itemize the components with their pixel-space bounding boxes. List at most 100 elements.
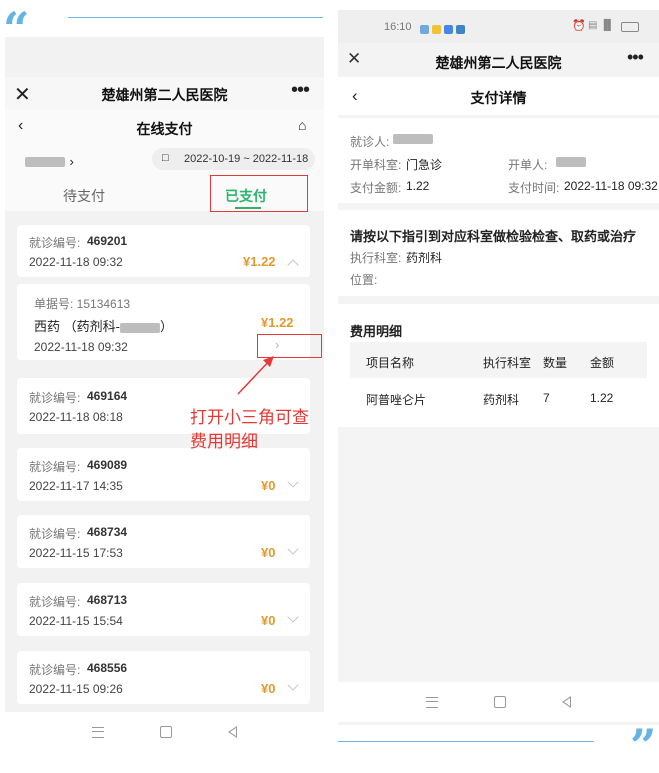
notification-icons <box>420 21 465 39</box>
page-title-bar: ‹ 支付详情 <box>338 77 659 115</box>
visit-date: 2022-11-18 09:32 <box>29 255 123 269</box>
page-title: 在线支付 <box>136 121 193 137</box>
chevron-down-icon[interactable] <box>287 543 299 555</box>
battery-icon <box>621 22 639 32</box>
visit-number: 469089 <box>87 458 128 472</box>
chevron-down-icon[interactable] <box>287 611 299 623</box>
visit-number-label: 就诊编号: <box>29 236 81 250</box>
annotation-text: 打开小三角可查 费用明细 <box>190 406 309 454</box>
bill-item-name: 西药 （药剂科-） <box>34 319 173 334</box>
record-card[interactable]: 就诊编号: 469201 2022-11-18 09:32 ¥1.22 <box>17 225 310 277</box>
col-amount: 金额 <box>590 356 615 370</box>
chevron-down-icon[interactable] <box>287 476 299 488</box>
visit-date: 2022-11-15 17:53 <box>29 546 123 560</box>
fee-detail-section: 费用明细 项目名称 执行科室 数量 金额 阿普唑仑片 药剂科 7 1.22 <box>338 304 659 427</box>
cell-exec-dept: 药剂科 <box>483 393 520 407</box>
time-value: 2022-11-18 09:32 <box>564 179 658 193</box>
date-range-selector[interactable]: □ 2022-10-19 ~ 2022-11-18 <box>152 148 315 170</box>
payment-info-section: 就诊人: 开单科室: 门急诊 开单人: 支付金额: 1.22 支付时间: 202… <box>338 118 659 203</box>
visit-number-label: 就诊编号: <box>29 391 81 405</box>
dept-value: 门急诊 <box>406 158 443 172</box>
guide-title: 请按以下指引到对应科室做检验检查、取药或治疗 <box>350 229 637 244</box>
amount-label: 支付金额: <box>350 181 402 195</box>
col-exec-dept: 执行科室 <box>483 356 532 370</box>
system-nav-bar <box>5 712 324 752</box>
dept-blurred <box>119 322 160 333</box>
record-card[interactable]: 就诊编号: 468556 2022-11-15 09:26 ¥0 <box>17 651 310 704</box>
bill-number: 单据号: 15134613 <box>34 297 131 311</box>
visit-number-label: 就诊编号: <box>29 460 81 474</box>
tab-unpaid[interactable]: 待支付 <box>63 186 105 206</box>
record-card[interactable]: 就诊编号: 468713 2022-11-15 15:54 ¥0 <box>17 583 310 636</box>
page-title: 支付详情 <box>470 90 527 106</box>
patient-name-blurred <box>25 156 65 167</box>
close-quote-icon: ” <box>630 719 657 773</box>
visit-number: 468713 <box>87 593 128 607</box>
home-square-icon[interactable] <box>494 696 506 708</box>
amount-value: 1.22 <box>406 179 430 193</box>
system-nav-bar <box>338 682 659 722</box>
app-header: ✕ 楚雄州第二人民医院 ••• <box>338 43 659 77</box>
status-bar: 16:10 ⏰ ▤ ▐▌ <box>338 10 659 43</box>
col-item-name: 项目名称 <box>366 356 415 370</box>
calendar-icon: □ <box>162 152 169 164</box>
location-label: 位置: <box>350 273 378 287</box>
fee-title: 费用明细 <box>350 324 403 339</box>
visit-date: 2022-11-15 15:54 <box>29 614 123 628</box>
home-icon[interactable]: ⌂ <box>298 117 306 133</box>
time-label: 支付时间: <box>508 181 560 195</box>
chevron-down-icon[interactable] <box>287 679 299 691</box>
visit-number-label: 就诊编号: <box>29 663 81 677</box>
cell-quantity: 7 <box>543 391 550 405</box>
right-phone-screen: 16:10 ⏰ ▤ ▐▌ ✕ 楚雄州第二人民医院 ••• ‹ 支付详情 就诊人:… <box>338 10 659 725</box>
patient-label: 就诊人: <box>350 135 390 149</box>
app-header: ✕ 楚雄州第二人民医院 ••• <box>5 77 324 110</box>
visit-number-label: 就诊编号: <box>29 527 81 541</box>
tab-paid-label: 已支付 <box>225 188 267 204</box>
visit-number-label: 就诊编号: <box>29 595 81 609</box>
annotation-line1: 打开小三角可查 <box>190 408 309 427</box>
visit-number: 468734 <box>87 525 128 539</box>
annotation-line2: 费用明细 <box>190 432 258 451</box>
record-card[interactable]: 就诊编号: 468734 2022-11-15 17:53 ¥0 <box>17 515 310 568</box>
bottom-divider <box>338 741 594 742</box>
doctor-name-blurred <box>556 157 586 167</box>
fee-table-header: 项目名称 执行科室 数量 金额 <box>350 342 647 378</box>
record-amount: ¥0 <box>261 681 276 696</box>
more-icon[interactable]: ••• <box>291 79 310 102</box>
menu-icon[interactable] <box>92 726 104 738</box>
cell-amount: 1.22 <box>590 391 614 405</box>
bill-amount: ¥1.22 <box>261 315 294 330</box>
exec-dept-label: 执行科室: <box>350 251 402 265</box>
back-triangle-icon[interactable] <box>228 726 237 738</box>
visit-date: 2022-11-15 09:26 <box>29 682 123 696</box>
tab-underline <box>235 207 261 209</box>
bill-detail-card[interactable]: 单据号: 15134613 西药 （药剂科-） ¥1.22 2022-11-18… <box>17 284 322 360</box>
col-quantity: 数量 <box>543 356 568 370</box>
status-time: 16:10 <box>384 21 412 33</box>
filter-row: › □ 2022-10-19 ~ 2022-11-18 <box>5 145 324 175</box>
visit-number: 469164 <box>87 389 128 403</box>
chevron-right-icon: › <box>275 337 280 352</box>
annotation-arrow <box>237 356 274 395</box>
cell-item-name: 阿普唑仑片 <box>366 393 427 407</box>
dept-label: 开单科室: <box>350 158 402 172</box>
menu-icon[interactable] <box>426 696 438 708</box>
hospital-title: 楚雄州第二人民医院 <box>435 55 562 71</box>
visit-date: 2022-11-17 14:35 <box>29 479 123 493</box>
guide-section: 请按以下指引到对应科室做检验检查、取药或治疗 执行科室: 药剂科 位置: <box>338 210 659 296</box>
tab-bar: 待支付 已支付 <box>5 175 324 212</box>
home-square-icon[interactable] <box>160 726 172 738</box>
record-amount: ¥0 <box>261 478 276 493</box>
date-range-text: 2022-10-19 ~ 2022-11-18 <box>184 153 309 165</box>
tab-paid[interactable]: 已支付 <box>210 175 308 212</box>
doctor-label: 开单人: <box>508 158 548 172</box>
record-card[interactable]: 就诊编号: 469089 2022-11-17 14:35 ¥0 <box>17 448 310 501</box>
back-triangle-icon[interactable] <box>562 696 571 708</box>
more-icon[interactable]: ••• <box>627 47 644 68</box>
record-amount: ¥1.22 <box>243 254 276 269</box>
bill-item-name-text: 西药 （药剂科- <box>34 319 120 334</box>
table-row: 阿普唑仑片 药剂科 7 1.22 <box>350 380 647 416</box>
patient-selector[interactable]: › <box>25 153 74 171</box>
chevron-up-icon[interactable] <box>287 259 299 271</box>
